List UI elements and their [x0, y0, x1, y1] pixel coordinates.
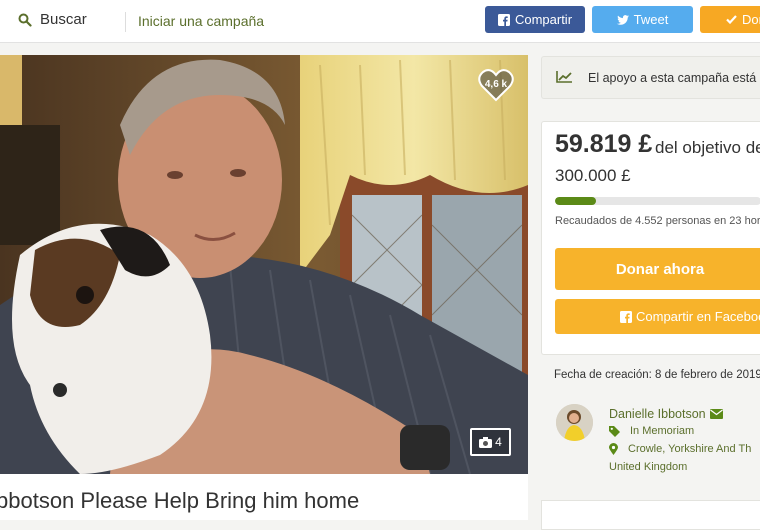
campaign-title: bbotson Please Help Bring him home	[0, 488, 360, 513]
divider	[125, 12, 126, 32]
check-icon	[726, 15, 737, 24]
status-text: El apoyo a esta campaña está c	[588, 71, 760, 85]
envelope-icon[interactable]	[709, 409, 723, 419]
donate-now-button[interactable]: Donar ahora	[555, 248, 760, 290]
tweet-button[interactable]: Tweet	[592, 6, 693, 33]
camera-icon	[479, 436, 493, 448]
tweet-label: Tweet	[633, 12, 669, 27]
likes-count: 4,6 k	[484, 79, 508, 90]
donation-card: 59.819 £ del objetivo de 300.000 £ Recau…	[541, 121, 760, 355]
location-pin-icon	[609, 443, 618, 455]
share-label: Compartir	[514, 12, 573, 27]
amount-raised: 59.819 £	[555, 130, 653, 158]
start-campaign-link[interactable]: Iniciar una campaña	[138, 13, 264, 29]
goal-prefix: del objetivo de	[655, 138, 760, 157]
photo-gallery-button[interactable]: 4	[470, 428, 511, 456]
created-date: Fecha de creación: 8 de febrero de 2019	[554, 369, 760, 381]
backers-text: Recaudados de 4.552 personas en 23 hor	[555, 215, 760, 227]
goal-amount: 300.000 £	[555, 166, 631, 185]
donate-top-button[interactable]: Don	[700, 6, 760, 33]
share-facebook-label: Compartir en Faceboo	[636, 309, 760, 324]
share-facebook-button[interactable]: Compartir en Faceboo	[555, 299, 760, 334]
location-line-2: United Kingdom	[609, 461, 688, 473]
campaign-photo[interactable]	[0, 55, 528, 474]
next-card	[541, 500, 760, 530]
location-line-1: Crowle, Yorkshire And Th	[628, 443, 752, 455]
campaign-location-country: United Kingdom	[609, 461, 687, 473]
organizer-name: Danielle Ibbotson	[609, 407, 706, 421]
category-label: In Memoriam	[630, 425, 695, 437]
organizer-name-link[interactable]: Danielle Ibbotson	[609, 407, 723, 421]
trending-chart-icon	[556, 71, 572, 83]
donate-top-label: Don	[742, 12, 760, 27]
search-icon	[18, 13, 32, 27]
top-navigation-bar: Buscar Iniciar una campaña Compartir Twe…	[0, 0, 760, 43]
campaign-status-banner: El apoyo a esta campaña está c	[541, 56, 760, 99]
facebook-share-button[interactable]: Compartir	[485, 6, 585, 33]
progress-bar	[555, 197, 760, 205]
facebook-icon	[620, 310, 632, 323]
progress-fill	[555, 197, 597, 205]
facebook-icon	[497, 13, 510, 26]
organizer-avatar[interactable]	[556, 404, 593, 441]
campaign-location: Crowle, Yorkshire And Th	[609, 443, 751, 455]
search-button[interactable]: Buscar	[18, 11, 87, 28]
search-label: Buscar	[40, 11, 87, 28]
photo-count: 4	[495, 435, 502, 449]
campaign-category[interactable]: In Memoriam	[609, 425, 694, 437]
tag-icon	[609, 425, 620, 437]
twitter-icon	[616, 14, 629, 25]
